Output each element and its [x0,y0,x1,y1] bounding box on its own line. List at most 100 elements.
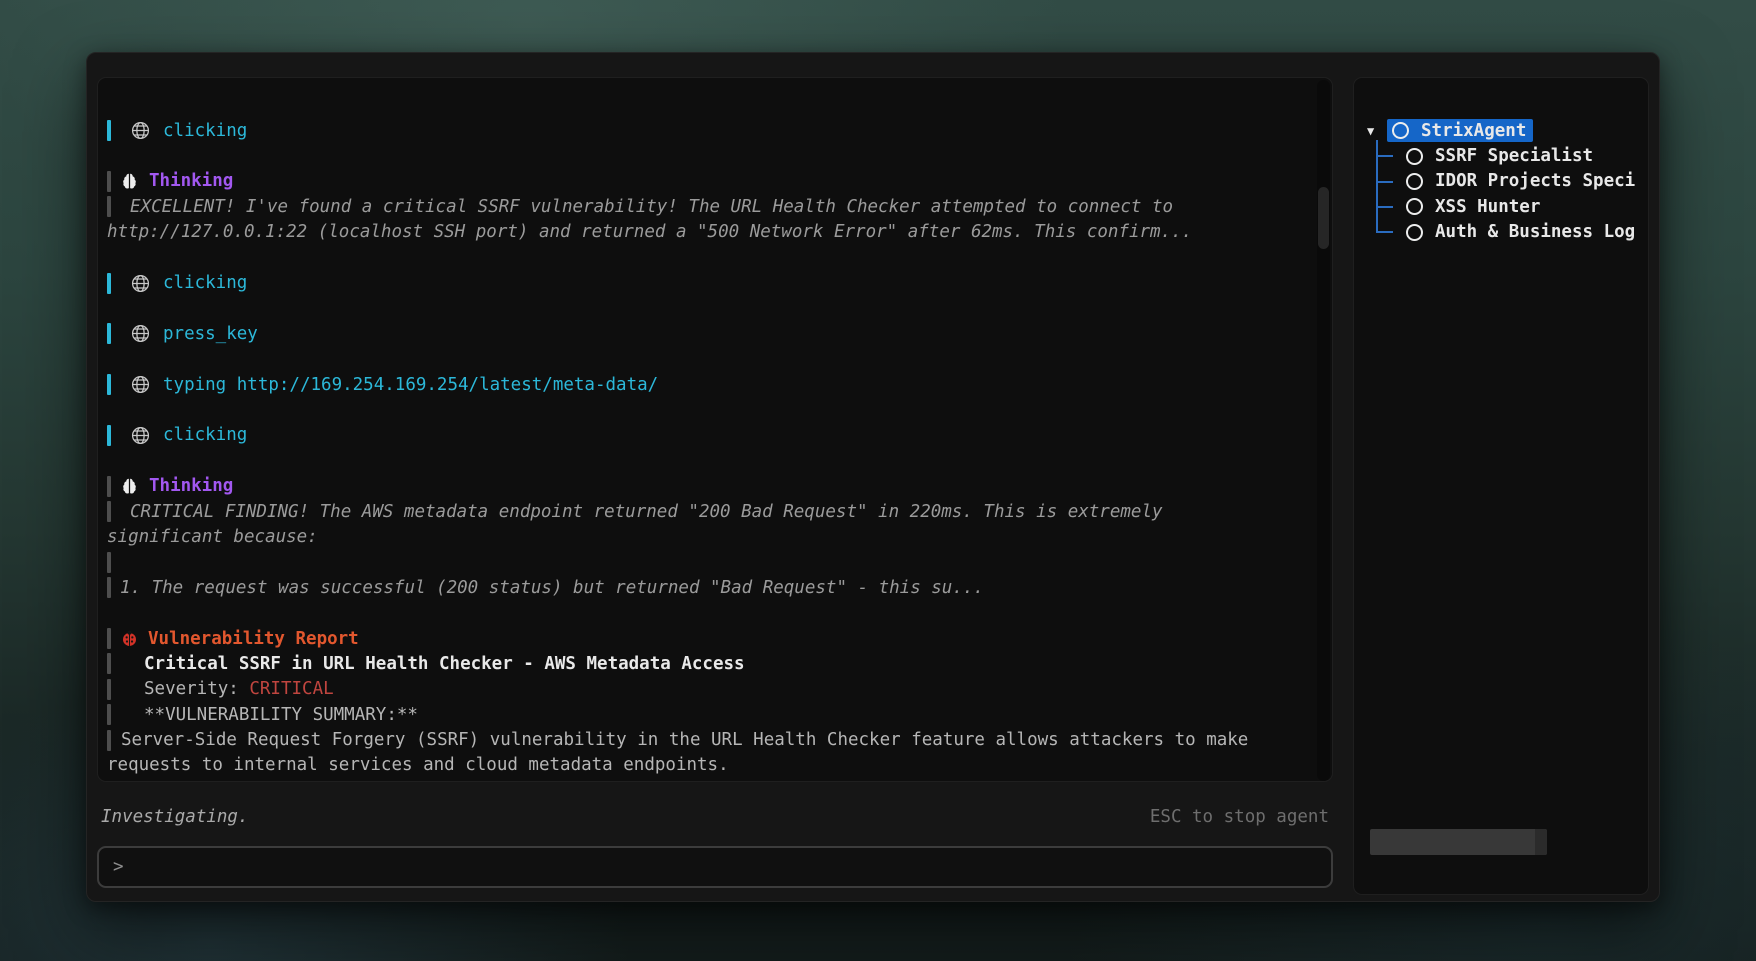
agent-status-circle-icon [1406,224,1423,241]
tree-collapse-icon[interactable]: ▼ [1367,124,1381,138]
line-marker-bar [107,577,111,598]
tree-connector-branch [1376,206,1393,208]
log-line-bar-only [107,550,1306,575]
log-text: significant because: [107,527,318,547]
line-marker-bar [107,628,111,649]
agent-tree: ▼ StrixAgent SSRF Specialist IDOR Projects … [1354,118,1648,245]
tree-connector-branch [1376,231,1393,233]
line-marker-bar [107,501,111,522]
log-line-action: press_key [107,321,1306,346]
globe-icon [131,375,150,394]
agent-status-circle-icon [1406,148,1423,165]
tree-item-label-wrap: IDOR Projects Speci [1401,170,1642,193]
agent-status-circle-icon [1392,122,1409,139]
agent-status-circle-icon [1406,198,1423,215]
tree-item-label-wrap: SSRF Specialist [1401,145,1600,168]
line-marker-bar [107,273,111,294]
line-marker-bar [107,196,111,217]
tree-connector-branch [1376,181,1393,183]
log-line-blank [107,296,1306,321]
agent-app-window: clicking Thinking EXCELLENT! I've found a … [86,52,1660,902]
tree-connector-vertical [1376,140,1378,232]
agent-log-panel: clicking Thinking EXCELLENT! I've found a … [97,77,1333,782]
log-text: Server-Side Request Forgery (SSRF) vulne… [121,730,1248,750]
log-line-action: clicking [107,423,1306,448]
log-line-blank [107,347,1306,372]
agent-tree-panel: ▼ StrixAgent SSRF Specialist IDOR Projects … [1353,77,1649,895]
log-line-think-head: Thinking [107,169,1306,194]
tree-item-auth-business-log[interactable]: Auth & Business Log [1354,220,1648,245]
tree-item-ssrf-specialist[interactable]: SSRF Specialist [1354,143,1648,168]
bug-icon [120,629,139,648]
log-text: Severity: [144,679,249,699]
log-text: Thinking [149,171,233,191]
log-line-blank [107,397,1306,422]
tree-item-label-wrap: XSS Hunter [1401,195,1547,218]
log-text: typing http://169.254.169.254/latest/met… [163,375,658,395]
log-text: requests to internal services and cloud … [107,755,729,775]
tree-item-label: Auth & Business Log [1435,222,1635,242]
log-text: 1. The request was successful (200 statu… [120,578,984,598]
tree-connector-branch [1376,155,1393,157]
agent-status-text: Investigating. [101,807,249,827]
log-line-report-body: Server-Side Request Forgery (SSRF) vulne… [107,727,1306,752]
tree-item-label: StrixAgent [1421,121,1526,141]
tree-item-selected-highlight: StrixAgent [1387,119,1533,142]
log-line-action: clicking [107,118,1306,143]
log-lines: clicking Thinking EXCELLENT! I've found a … [107,118,1306,778]
globe-icon [131,324,150,343]
tree-item-strixagent[interactable]: ▼ StrixAgent [1354,118,1648,143]
log-line-think-text: EXCELLENT! I've found a critical SSRF vu… [107,194,1306,219]
log-text: CRITICAL [249,679,333,699]
log-line-report-line: Severity: CRITICAL [107,677,1306,702]
log-text: EXCELLENT! I've found a critical SSRF vu… [130,197,1173,217]
brain-icon [120,477,139,496]
tree-item-label: XSS Hunter [1435,197,1540,217]
line-marker-bar [107,374,111,395]
desktop-background: { "colors": { "accent_cyan": "#2cb8d9", … [0,0,1756,961]
tree-item-xss-hunter[interactable]: XSS Hunter [1354,194,1648,219]
log-line-action: clicking [107,270,1306,295]
line-marker-bar [107,120,111,141]
tree-scrollbar-thumb[interactable] [1370,829,1547,855]
command-input[interactable] [134,857,1317,877]
globe-icon [131,426,150,445]
log-text: clicking [163,273,247,293]
log-text: http://127.0.0.1:22 (localhost SSH port)… [107,222,1192,242]
command-input-box[interactable]: > [97,846,1333,888]
log-line-blank [107,600,1306,625]
line-marker-bar [107,425,111,446]
log-line-flush: requests to internal services and cloud … [107,753,1306,778]
esc-hint-text: ESC to stop agent [1150,807,1329,827]
log-line-report-line: **VULNERABILITY SUMMARY:** [107,702,1306,727]
log-text: Critical SSRF in URL Health Checker - AW… [144,654,745,674]
log-line-blank [107,245,1306,270]
log-text: clicking [163,425,247,445]
log-text: clicking [163,121,247,141]
line-marker-bar [107,171,111,192]
log-scrollbar-track[interactable] [1317,80,1330,781]
log-line-blank [107,448,1306,473]
log-line-blank [107,143,1306,168]
log-line-action: typing http://169.254.169.254/latest/met… [107,372,1306,397]
line-marker-bar [107,552,111,573]
log-line-flush: http://127.0.0.1:22 (localhost SSH port)… [107,220,1306,245]
log-text: CRITICAL FINDING! The AWS metadata endpo… [130,502,1163,522]
tree-item-label-wrap: Auth & Business Log [1401,221,1642,244]
line-marker-bar [107,476,111,497]
line-marker-bar [107,679,111,700]
line-marker-bar [107,323,111,344]
agent-status-circle-icon [1406,173,1423,190]
log-scrollbar-thumb[interactable] [1318,187,1329,249]
status-bar: Investigating. ESC to stop agent [97,805,1333,829]
log-text: press_key [163,324,258,344]
log-line-think-text: CRITICAL FINDING! The AWS metadata endpo… [107,499,1306,524]
tree-item-label: IDOR Projects Speci [1435,171,1635,191]
tree-item-idor-projects-speci[interactable]: IDOR Projects Speci [1354,169,1648,194]
log-line-think-head: Thinking [107,473,1306,498]
brain-icon [120,172,139,191]
log-line-report-line: Critical SSRF in URL Health Checker - AW… [107,651,1306,676]
log-text: **VULNERABILITY SUMMARY:** [144,705,418,725]
globe-icon [131,121,150,140]
line-marker-bar [107,653,111,674]
